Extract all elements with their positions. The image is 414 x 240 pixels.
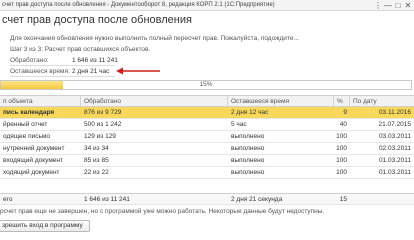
more-menu-icon[interactable]: ⋮ [374, 1, 382, 10]
row-percent: 100 [336, 145, 347, 152]
table-row[interactable]: ходящий документ 22 из 22 выполнено 100 01.0… [0, 167, 414, 179]
row-percent: 100 [336, 133, 347, 140]
table-total-row: его 1 646 из 11 241 2 дня 21 секунда 15 [0, 193, 414, 205]
window-titlebar: счет прав доступа после обновления - Док… [0, 0, 414, 11]
row-object-name: пись календаря [3, 109, 55, 116]
processed-value: 1 646 из 11 241 [72, 57, 118, 64]
row-remaining: 2 дня 12 час [231, 109, 269, 116]
row-remaining: выполнено [231, 157, 265, 164]
row-date: 02.03.2011 [378, 145, 411, 152]
row-processed: 34 из 34 [84, 145, 109, 152]
row-percent: 100 [336, 169, 347, 176]
row-remaining: выполнено [231, 169, 265, 176]
row-remaining: выполнено [231, 145, 265, 152]
page-title: счет прав доступа после обновления [2, 14, 192, 26]
table-row[interactable]: нутренний документ 34 из 34 выполнено 100 02… [0, 143, 414, 155]
window-controls: ⋮ — □ ✕ [374, 0, 412, 10]
row-date: 03.11.2016 [378, 109, 411, 116]
remaining-label: Оставшееся время: [10, 68, 70, 75]
wait-hint: Для окончания обновления нужно выполнить… [10, 35, 299, 42]
row-object-name: входящий документ [3, 157, 63, 164]
maximize-icon[interactable]: □ [394, 1, 402, 10]
row-processed: 876 из 9 729 [84, 109, 122, 116]
progress-label: 15% [199, 81, 213, 88]
table-row[interactable]: одящее письмо 129 из 129 выполнено 100 03.03… [0, 131, 414, 143]
window-title: счет прав доступа после обновления - Док… [2, 2, 275, 8]
allow-login-button[interactable]: зрешить вход в программу [0, 220, 90, 232]
total-remaining: 2 дня 21 секунда [231, 196, 283, 203]
footer-note: рсчет прав еще не завершен, но с програм… [0, 208, 325, 215]
red-arrow-icon [116, 67, 160, 75]
row-processed: 500 из 1 242 [84, 121, 122, 128]
row-object-name: йренный отчет [3, 121, 48, 128]
row-processed: 85 из 85 [84, 157, 109, 164]
close-icon[interactable]: ✕ [404, 1, 412, 10]
row-percent: 100 [336, 157, 347, 164]
total-date [350, 194, 414, 206]
row-object-name: ходящий документ [3, 169, 60, 176]
step-text: Шаг 3 из 3: Расчет прав оставшихся объек… [10, 46, 151, 53]
row-object-name: нутренний документ [3, 145, 65, 152]
divider [10, 76, 115, 77]
row-date: 01.03.2011 [378, 169, 411, 176]
row-date: 01.03.2011 [378, 157, 411, 164]
row-processed: 22 из 22 [84, 169, 109, 176]
table-row[interactable]: пись календаря 876 из 9 729 2 дня 12 час 9 0… [0, 107, 414, 119]
progress-bar: 15% [0, 80, 412, 90]
row-object-name: одящее письмо [3, 133, 50, 140]
row-remaining: выполнено [231, 133, 265, 140]
divider [10, 65, 115, 66]
row-percent: 9 [343, 109, 347, 116]
remaining-value: 2 дня 21 час [72, 68, 110, 75]
row-remaining: 5 час [231, 121, 247, 128]
table-row[interactable]: входящий документ 85 из 85 выполнено 100 01.… [0, 155, 414, 167]
row-percent: 40 [339, 121, 347, 128]
total-label: его [3, 196, 13, 203]
total-percent: 15 [339, 196, 347, 203]
row-processed: 129 из 129 [84, 133, 116, 140]
row-date: 21.07.2015 [378, 121, 411, 128]
table-row[interactable]: йренный отчет 500 из 1 242 5 час 40 21.07.20… [0, 119, 414, 131]
row-date: 03.03.2011 [378, 133, 411, 140]
minimize-icon[interactable]: — [384, 1, 392, 10]
total-processed: 1 646 из 11 241 [84, 196, 130, 203]
table-header: п объекта Обработано Оставшееся время % … [0, 95, 414, 108]
processed-label: Обработано: [10, 57, 49, 64]
